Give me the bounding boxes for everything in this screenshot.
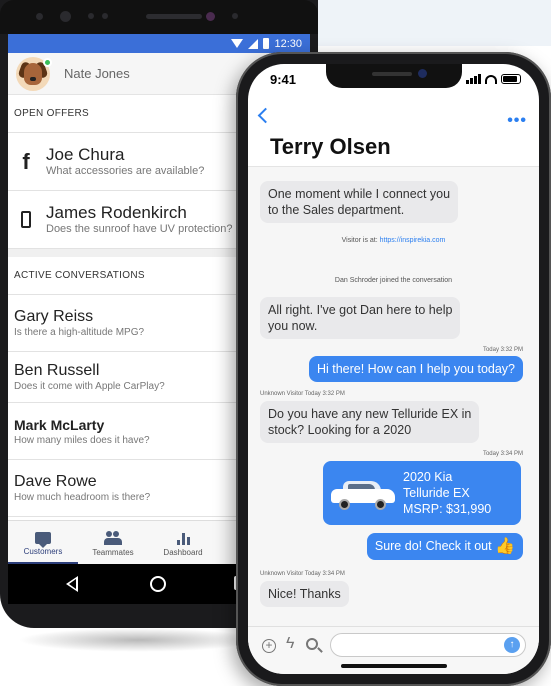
dashboard-icon <box>176 532 190 545</box>
home-circle-icon[interactable] <box>150 576 166 592</box>
bolt-icon[interactable]: ϟ <box>286 635 294 653</box>
tab-label: Dashboard <box>163 547 203 557</box>
dog-face <box>24 62 42 85</box>
visitor-url-link[interactable]: https://inspirekia.com <box>380 237 446 244</box>
facebook-icon: f <box>22 148 30 174</box>
offer-name: James Rodenkirch <box>46 203 187 222</box>
online-status-icon <box>43 58 52 67</box>
front-camera <box>206 12 215 21</box>
outgoing-message: Hi there! How can I help you today? <box>308 356 523 382</box>
chat-icon <box>35 531 51 548</box>
signal-icon <box>466 74 481 84</box>
tab-customers[interactable]: Customers <box>8 521 78 564</box>
offer-name: Joe Chura <box>46 145 125 164</box>
front-camera <box>418 69 427 78</box>
incoming-message: Do you have any new Telluride EX in stoc… <box>260 401 480 443</box>
battery-icon <box>501 74 521 84</box>
message-timestamp: Unknown Visitor Today 3:32 PM <box>260 391 345 397</box>
device-mockup-stage: 12:30 Nate Jones OPEN OFFERS f Joe Chura… <box>0 0 551 686</box>
android-status-bar: 12:30 <box>8 34 310 53</box>
iphone-status-time: 9:41 <box>270 72 297 87</box>
offer-message: What accessories are available? <box>46 165 205 177</box>
message-timestamp: Today 3:34 PM <box>482 451 523 457</box>
vehicle-model: Telluride EX <box>403 486 470 500</box>
earpiece-speaker <box>146 14 202 19</box>
vehicle-card[interactable]: 2020 Kia Telluride EX MSRP: $31,990 <box>323 461 521 525</box>
system-message-joined: Dan Schroder joined the conversation <box>334 277 453 284</box>
back-triangle-icon[interactable] <box>66 576 78 592</box>
background-band <box>311 0 551 46</box>
system-message-visitor-url: Visitor is at: https://inspirekia.com <box>341 237 446 244</box>
outgoing-message: Sure do! Check it out 👍 <box>366 533 523 560</box>
more-options-icon[interactable]: ••• <box>507 112 527 130</box>
home-indicator[interactable] <box>341 664 447 668</box>
thumbs-up-icon: 👍 <box>495 537 515 555</box>
offer-message: Does the sunroof have UV protection? <box>46 223 233 235</box>
send-icon[interactable]: ↑ <box>504 637 520 653</box>
plus-icon[interactable]: + <box>262 639 276 653</box>
battery-icon <box>263 38 270 49</box>
sensor-dot <box>88 13 94 19</box>
message-input[interactable] <box>330 633 526 657</box>
message-timestamp: Today 3:32 PM <box>482 347 523 353</box>
phone-icon <box>21 211 31 228</box>
incoming-message: One moment while I connect you to the Sa… <box>260 181 459 223</box>
vehicle-price: MSRP: $31,990 <box>403 502 492 516</box>
user-name: Nate Jones <box>64 66 130 81</box>
android-shadow <box>18 628 258 652</box>
notch <box>326 64 462 88</box>
contact-name: Terry Olsen <box>270 134 391 159</box>
tab-label: Customers <box>23 546 63 556</box>
earpiece-speaker <box>372 72 412 76</box>
iphone-screen: 9:41 ••• Terry Olsen One moment while I … <box>248 64 539 674</box>
sensor-dot <box>36 13 43 20</box>
vehicle-year-make: 2020 Kia <box>403 470 453 484</box>
teammates-icon <box>104 530 122 545</box>
search-icon[interactable] <box>306 638 318 650</box>
android-top-bezel <box>0 0 318 34</box>
wifi-icon <box>231 39 244 48</box>
suv-image-icon <box>331 479 395 510</box>
sensor-dot <box>102 13 108 19</box>
chat-transcript[interactable]: One moment while I connect you to the Sa… <box>248 166 539 626</box>
incoming-message: Nice! Thanks <box>260 581 349 607</box>
iphone: 9:41 ••• Terry Olsen One moment while I … <box>236 52 551 686</box>
signal-icon <box>248 38 259 49</box>
iphone-status-icons <box>466 74 521 84</box>
front-camera <box>60 11 71 22</box>
incoming-message: All right. I've got Dan here to help you… <box>260 297 461 339</box>
android-status-time: 12:30 <box>274 37 302 50</box>
back-chevron-icon[interactable] <box>257 107 274 124</box>
tab-dashboard[interactable]: Dashboard <box>148 521 218 564</box>
wifi-icon <box>485 75 497 84</box>
tab-teammates[interactable]: Teammates <box>78 521 148 564</box>
dog-nose <box>30 76 36 81</box>
tab-label: Teammates <box>92 547 134 557</box>
message-timestamp: Unknown Visitor Today 3:34 PM <box>260 571 345 577</box>
sensor-dot <box>232 13 238 19</box>
